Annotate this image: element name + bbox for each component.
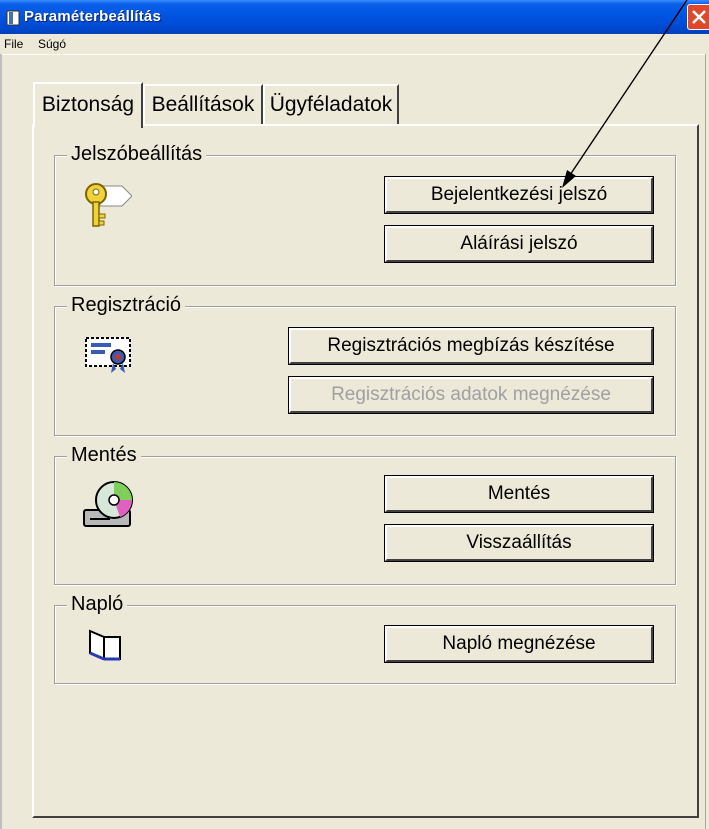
tab-client-data[interactable]: Ügyféladatok <box>263 84 399 126</box>
menu-separator <box>0 54 709 55</box>
restore-label: Visszaállítás <box>466 532 572 553</box>
window-frame-right <box>705 54 709 829</box>
title-bar: Paraméterbeállítás <box>0 0 709 34</box>
tab-settings[interactable]: Beállítások <box>143 84 263 126</box>
menu-file[interactable]: File <box>4 37 23 51</box>
cd-drive-icon <box>83 481 133 527</box>
close-button[interactable] <box>687 4 709 30</box>
group-label-registration: Regisztráció <box>67 293 186 317</box>
menu-help[interactable]: Súgó <box>38 37 66 51</box>
close-icon <box>692 10 706 24</box>
tab-security[interactable]: Biztonság <box>33 82 143 128</box>
book-icon <box>89 629 121 661</box>
signature-password-label: Aláírási jelszó <box>460 233 578 254</box>
create-registration-button[interactable]: Regisztrációs megbízás készítése <box>288 327 654 365</box>
view-log-label: Napló megnézése <box>442 633 596 654</box>
view-log-button[interactable]: Napló megnézése <box>384 625 654 663</box>
view-registration-button: Regisztrációs adatok megnézése <box>288 376 654 414</box>
login-password-label: Bejelentkezési jelszó <box>430 184 608 205</box>
view-registration-label: Regisztrációs adatok megnézése <box>331 384 611 405</box>
save-label: Mentés <box>487 483 551 504</box>
group-label-password: Jelszóbeállítás <box>67 142 207 166</box>
create-registration-label: Regisztrációs megbízás készítése <box>327 335 615 356</box>
password-settings-group: Jelszóbeállítás <box>54 142 676 286</box>
group-label-backup: Mentés <box>67 443 141 467</box>
app-icon <box>6 10 20 26</box>
save-button[interactable]: Mentés <box>384 475 654 513</box>
window-frame-left <box>0 54 2 829</box>
group-label-log: Napló <box>67 592 128 616</box>
registration-group: Regisztráció <box>54 293 676 436</box>
restore-button[interactable]: Visszaállítás <box>384 524 654 562</box>
menu-bar: File Súgó <box>0 34 709 54</box>
login-password-button[interactable]: Bejelentkezési jelszó <box>384 176 654 214</box>
signature-password-button[interactable]: Aláírási jelszó <box>384 225 654 263</box>
window-title: Paraméterbeállítás <box>24 8 162 25</box>
certificate-icon <box>85 337 131 373</box>
key-icon <box>85 183 132 227</box>
